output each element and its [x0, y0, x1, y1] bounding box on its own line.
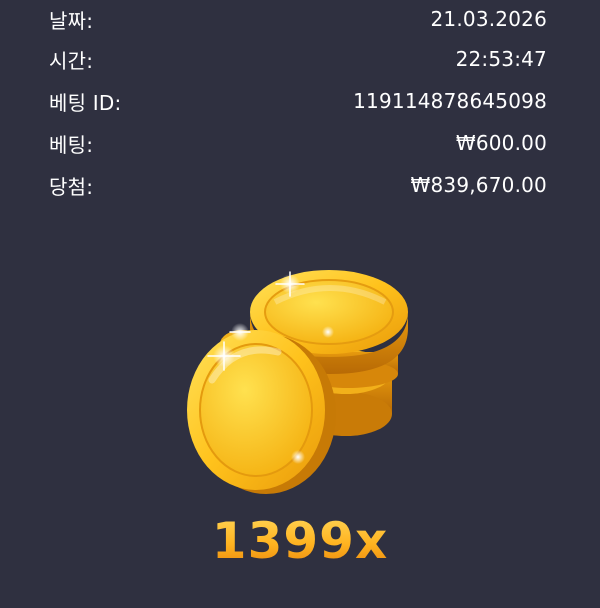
bet-label: 베팅: [49, 132, 94, 157]
date-value: 21.03.2026 [430, 7, 547, 31]
gold-coins-icon [187, 270, 408, 494]
time-label: 시간: [49, 48, 94, 73]
win-value: ₩839,670.00 [410, 173, 547, 197]
detail-row-date: 날짜: 21.03.2026 [49, 0, 547, 38]
detail-row-bet-id: 베팅 ID: 119114878645098 [49, 80, 547, 122]
detail-row-time: 시간: 22:53:47 [49, 38, 547, 80]
date-label: 날짜: [49, 8, 94, 33]
bet-id-label: 베팅 ID: [49, 90, 122, 115]
time-value: 22:53:47 [455, 47, 547, 71]
detail-row-win: 당첨: ₩839,670.00 [49, 164, 547, 206]
detail-row-bet: 베팅: ₩600.00 [49, 122, 547, 164]
win-label: 당첨: [49, 174, 94, 199]
win-multiplier: 1399x [0, 512, 600, 570]
bet-value: ₩600.00 [455, 131, 547, 155]
bet-id-value: 119114878645098 [353, 89, 547, 113]
bet-details: 날짜: 21.03.2026 시간: 22:53:47 베팅 ID: 11911… [49, 0, 547, 206]
